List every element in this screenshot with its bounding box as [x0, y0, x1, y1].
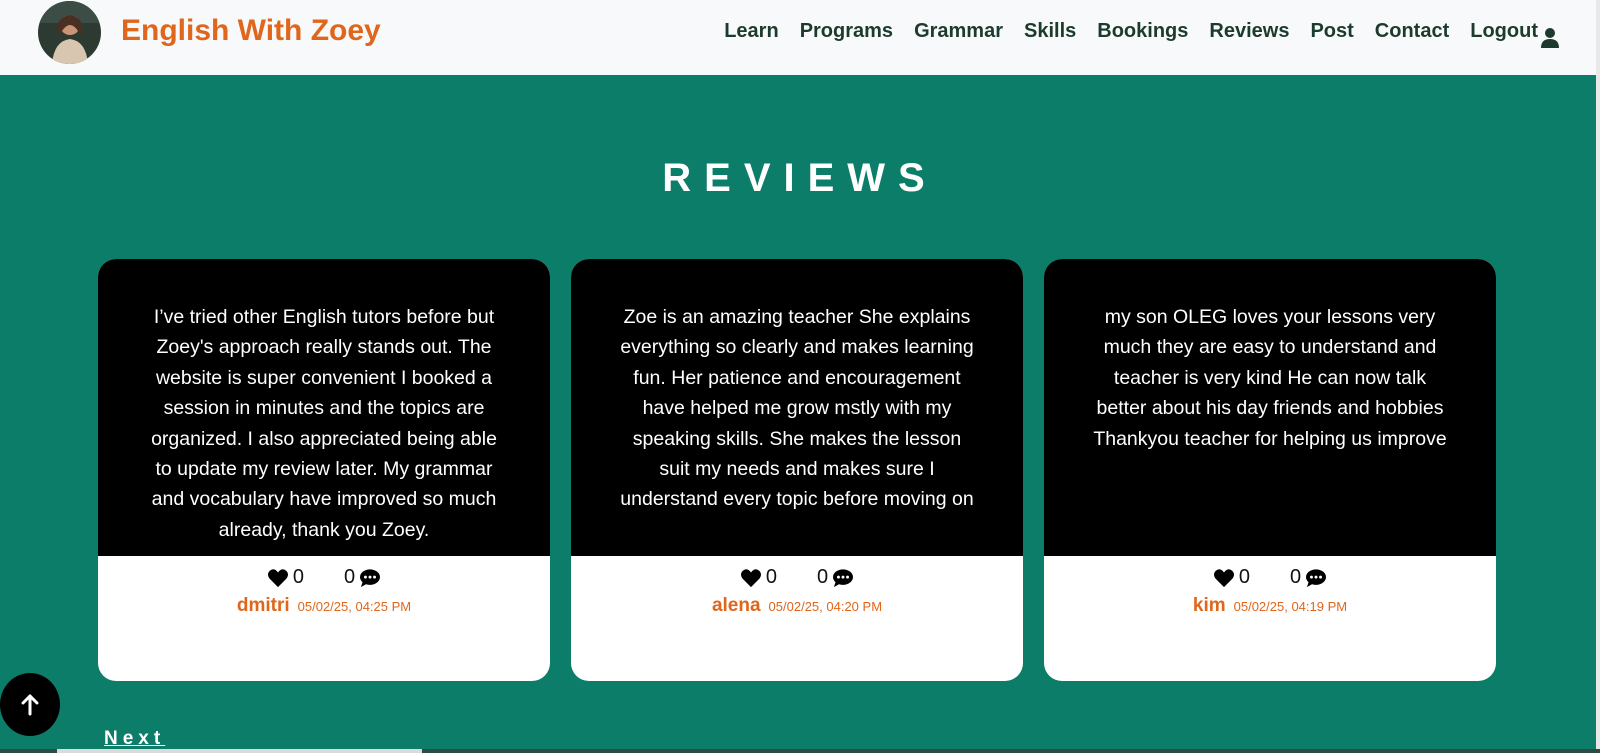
comment-count: 0	[1290, 566, 1302, 588]
comment-button[interactable]: 0	[344, 566, 381, 589]
review-card: my son OLEG loves your lessons very much…	[1044, 259, 1496, 681]
nav-link-reviews[interactable]: Reviews	[1209, 20, 1289, 43]
logo-avatar[interactable]	[38, 1, 101, 64]
like-button[interactable]: 0	[267, 566, 304, 589]
nav-link-contact[interactable]: Contact	[1375, 20, 1449, 43]
comment-count: 0	[817, 566, 829, 588]
navbar: English With Zoey Learn Programs Grammar…	[0, 0, 1600, 75]
scrollbar[interactable]	[1596, 0, 1600, 753]
like-count: 0	[765, 566, 777, 588]
comment-button[interactable]: 0	[1290, 566, 1327, 589]
review-card: Zoe is an amazing teacher She explains e…	[571, 259, 1023, 681]
nav-link-learn[interactable]: Learn	[724, 20, 778, 43]
review-author[interactable]: dmitri	[237, 595, 290, 616]
comment-icon	[1306, 568, 1327, 587]
review-author[interactable]: alena	[712, 595, 761, 616]
like-button[interactable]: 0	[1213, 566, 1250, 589]
nav-link-logout[interactable]: Logout	[1470, 20, 1538, 43]
nav-link-bookings[interactable]: Bookings	[1097, 20, 1188, 43]
comment-count: 0	[344, 566, 356, 588]
review-stats: 0 0	[571, 566, 1023, 589]
review-footer: 0 0 kim 05/02/25, 04:19 PM	[1044, 556, 1496, 681]
heart-icon	[1213, 568, 1234, 587]
comment-button[interactable]: 0	[817, 566, 854, 589]
review-date: 05/02/25, 04:20 PM	[768, 599, 883, 614]
user-icon[interactable]	[1538, 25, 1562, 49]
like-count: 0	[292, 566, 304, 588]
horizontal-scrollbar-thumb[interactable]	[57, 749, 422, 753]
heart-icon	[267, 568, 288, 587]
review-date: 05/02/25, 04:25 PM	[297, 599, 412, 614]
heart-icon	[740, 568, 761, 587]
arrow-up-icon	[21, 694, 39, 715]
nav-link-post[interactable]: Post	[1310, 20, 1353, 43]
like-button[interactable]: 0	[740, 566, 777, 589]
review-text: I’ve tried other English tutors before b…	[98, 259, 550, 556]
review-text: Zoe is an amazing teacher She explains e…	[571, 259, 1023, 556]
comment-icon	[360, 568, 381, 587]
nav-link-programs[interactable]: Programs	[800, 20, 893, 43]
review-meta: kim 05/02/25, 04:19 PM	[1044, 595, 1496, 617]
nav-links: Learn Programs Grammar Skills Bookings R…	[703, 20, 1538, 43]
review-footer: 0 0 dmitri 05/02/25, 04:25 PM	[98, 556, 550, 681]
review-stats: 0 0	[1044, 566, 1496, 589]
review-author[interactable]: kim	[1193, 595, 1226, 616]
comment-icon	[833, 568, 854, 587]
review-text: my son OLEG loves your lessons very much…	[1044, 259, 1496, 556]
next-page-link[interactable]: Next	[104, 728, 165, 750]
review-date: 05/02/25, 04:19 PM	[1233, 599, 1348, 614]
nav-link-skills[interactable]: Skills	[1024, 20, 1076, 43]
review-card: I’ve tried other English tutors before b…	[98, 259, 550, 681]
like-count: 0	[1238, 566, 1250, 588]
brand-title[interactable]: English With Zoey	[121, 14, 381, 48]
review-footer: 0 0 alena 05/02/25, 04:20 PM	[571, 556, 1023, 681]
review-meta: alena 05/02/25, 04:20 PM	[571, 595, 1023, 617]
reviews-heading: REVIEWS	[662, 156, 938, 200]
nav-link-grammar[interactable]: Grammar	[914, 20, 1003, 43]
review-meta: dmitri 05/02/25, 04:25 PM	[98, 595, 550, 617]
review-stats: 0 0	[98, 566, 550, 589]
scroll-to-top-button[interactable]	[0, 673, 60, 736]
